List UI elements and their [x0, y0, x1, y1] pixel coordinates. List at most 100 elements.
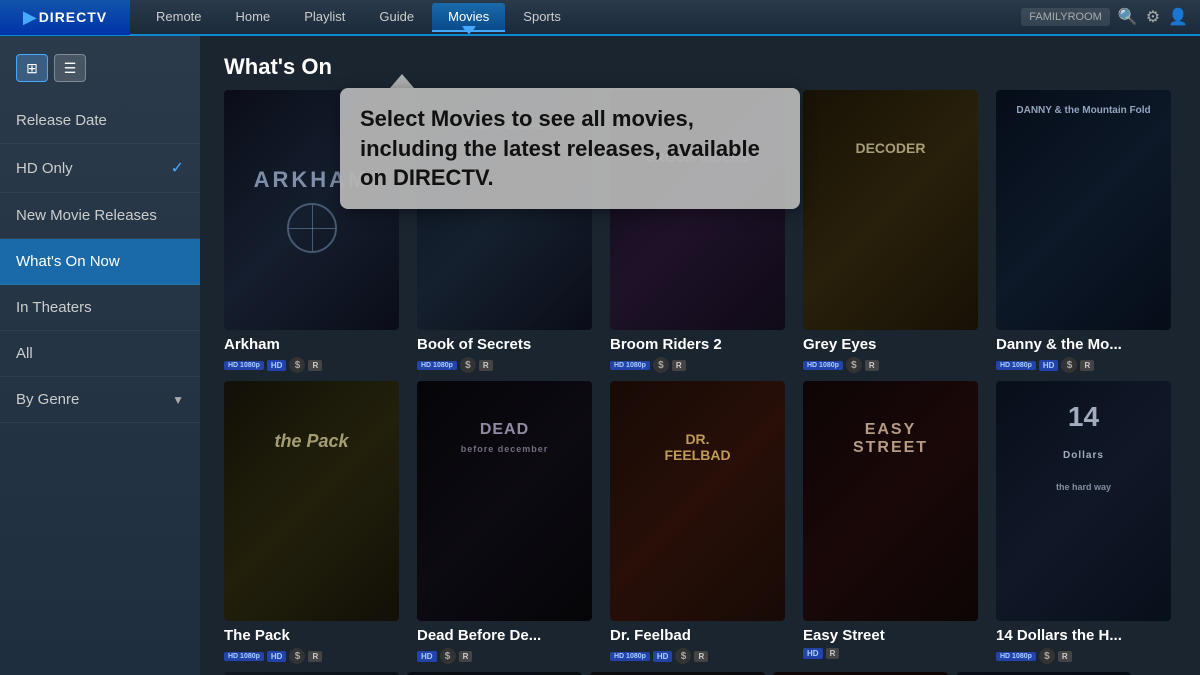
movie-title-dead: Dead Before De...	[417, 627, 602, 644]
nav-item-guide[interactable]: Guide	[363, 3, 430, 30]
badge-hd1080p-pack: HD 1080p	[224, 652, 264, 661]
movie-badges-easystreet: HD R	[803, 648, 988, 659]
sidebar-item-hd-only-label: HD Only	[16, 160, 73, 177]
movie-badges-booksecrets: HD 1080p $ R	[417, 357, 602, 373]
sidebar-item-all[interactable]: All	[0, 331, 200, 377]
logo-text: DIRECTV	[39, 9, 107, 25]
sidebar-item-new-movie-releases[interactable]: New Movie Releases	[0, 193, 200, 239]
badge-hd1080p-14dollars: HD 1080p	[996, 652, 1036, 661]
logo[interactable]: ▶ DIRECTV	[0, 0, 130, 35]
family-room-label[interactable]: FAMILYROOM	[1021, 8, 1110, 26]
movie-card-danny[interactable]: DANNY & the Mountain Fold Danny & the Mo…	[996, 90, 1181, 373]
badge-rating-14dollars: R	[1058, 651, 1072, 662]
sidebar-item-release-date[interactable]: Release Date	[0, 98, 200, 144]
sidebar-item-hd-only[interactable]: HD Only ✓	[0, 144, 200, 193]
badge-rating-broomriders: R	[672, 360, 686, 371]
grid-view-button[interactable]: ⊞	[16, 54, 48, 82]
tooltip-text: Select Movies to see all movies, includi…	[360, 106, 760, 190]
top-nav: ▶ DIRECTV Remote Home Playlist Guide Mov…	[0, 0, 1200, 36]
movie-title-pack: The Pack	[224, 627, 409, 644]
movie-poster-14dollars: 14Dollarsthe hard way	[996, 381, 1171, 621]
poster-danny-label: DANNY & the Mountain Fold	[996, 90, 1171, 124]
section-title-text: What's On	[224, 54, 332, 79]
hd-only-checkmark: ✓	[171, 158, 184, 178]
sidebar: ⊞ ☰ Release Date HD Only ✓ New Movie Rel…	[0, 36, 200, 675]
movie-poster-pack: the Pack	[224, 381, 399, 621]
tooltip-overlay: Select Movies to see all movies, includi…	[340, 74, 800, 209]
badge-rating-danny: R	[1080, 360, 1094, 371]
movie-grid-row2: the Pack The Pack HD 1080p HD $ R DEADbe…	[200, 381, 1200, 664]
badge-rating-dead: R	[459, 651, 473, 662]
nav-items: Remote Home Playlist Guide Movies Sports	[130, 8, 1021, 26]
movie-card-greyeyes[interactable]: DECODER Grey Eyes HD 1080p $ R	[803, 90, 988, 373]
nav-item-playlist[interactable]: Playlist	[288, 3, 361, 30]
poster-pack-label: the Pack	[224, 381, 399, 464]
movie-badges-14dollars: HD 1080p $ R	[996, 648, 1181, 664]
movie-title-14dollars: 14 Dollars the H...	[996, 627, 1181, 644]
badge-dollar-dead: $	[440, 648, 456, 664]
badge-rating-arkham: R	[308, 360, 322, 371]
sidebar-item-whats-on-now-label: What's On Now	[16, 253, 120, 270]
search-icon[interactable]: 🔍	[1118, 7, 1138, 27]
badge-rating-easystreet: R	[826, 648, 840, 659]
sidebar-item-release-date-label: Release Date	[16, 112, 107, 129]
nav-item-home[interactable]: Home	[220, 3, 287, 30]
badge-dollar-arkham: $	[289, 357, 305, 373]
badge-hd-pack: HD	[267, 651, 287, 662]
badge-hd1080p-arkham: HD 1080p	[224, 361, 264, 370]
badge-dollar-pack: $	[289, 648, 305, 664]
user-icon[interactable]: 👤	[1168, 7, 1188, 27]
movie-card-easystreet[interactable]: EASYSTREET Easy Street HD R	[803, 381, 988, 664]
poster-14dollars-label: 14Dollarsthe hard way	[996, 381, 1171, 507]
badge-hd-arkham: HD	[267, 360, 287, 371]
sidebar-item-in-theaters-label: In Theaters	[16, 299, 92, 316]
movie-poster-danny: DANNY & the Mountain Fold	[996, 90, 1171, 330]
movie-title-greyeyes: Grey Eyes	[803, 336, 988, 353]
movie-card-dead[interactable]: DEADbefore december Dead Before De... HD…	[417, 381, 602, 664]
movie-badges-arkham: HD 1080p HD $ R	[224, 357, 409, 373]
movie-card-14dollars[interactable]: 14Dollarsthe hard way 14 Dollars the H..…	[996, 381, 1181, 664]
sidebar-item-by-genre[interactable]: By Genre ▼	[0, 377, 200, 423]
movie-poster-greyeyes: DECODER	[803, 90, 978, 330]
badge-hd1080p-danny: HD 1080p	[996, 361, 1036, 370]
movie-poster-feelbad: DR.FEELBAD	[610, 381, 785, 621]
badge-dollar-14dollars: $	[1039, 648, 1055, 664]
nav-item-sports[interactable]: Sports	[507, 3, 577, 30]
nav-item-wrapper-home: Home	[220, 8, 287, 26]
badge-hd1080p-booksecrets: HD 1080p	[417, 361, 457, 370]
badge-hd-dead: HD	[417, 651, 437, 662]
settings-icon[interactable]: ⚙	[1146, 7, 1160, 27]
nav-active-arrow	[462, 26, 476, 34]
movie-title-danny: Danny & the Mo...	[996, 336, 1181, 353]
badge-dollar-danny: $	[1061, 357, 1077, 373]
main-layout: ⊞ ☰ Release Date HD Only ✓ New Movie Rel…	[0, 36, 1200, 675]
sidebar-item-all-label: All	[16, 345, 33, 362]
poster-greyeyes-label: DECODER	[803, 90, 978, 168]
list-view-button[interactable]: ☰	[54, 54, 86, 82]
badge-hd-feelbad: HD	[653, 651, 673, 662]
view-toggle: ⊞ ☰	[0, 46, 200, 98]
sidebar-item-in-theaters[interactable]: In Theaters	[0, 285, 200, 331]
movie-title-arkham: Arkham	[224, 336, 409, 353]
movie-badges-danny: HD 1080p HD $ R	[996, 357, 1181, 373]
badge-hd1080p-greyeyes: HD 1080p	[803, 361, 843, 370]
poster-easystreet-label: EASYSTREET	[803, 381, 978, 467]
movie-card-pack[interactable]: the Pack The Pack HD 1080p HD $ R	[224, 381, 409, 664]
movie-title-booksecrets: Book of Secrets	[417, 336, 602, 353]
nav-item-remote[interactable]: Remote	[140, 3, 218, 30]
nav-item-wrapper-sports: Sports	[507, 8, 577, 26]
badge-hd1080p-feelbad: HD 1080p	[610, 652, 650, 661]
movie-badges-pack: HD 1080p HD $ R	[224, 648, 409, 664]
badge-hd1080p-broomriders: HD 1080p	[610, 361, 650, 370]
movie-title-feelbad: Dr. Feelbad	[610, 627, 795, 644]
badge-hd-easystreet: HD	[803, 648, 823, 659]
badge-dollar-greyeyes: $	[846, 357, 862, 373]
movie-card-feelbad[interactable]: DR.FEELBAD Dr. Feelbad HD 1080p HD $ R	[610, 381, 795, 664]
poster-dead-label: DEADbefore december	[417, 381, 592, 467]
movie-badges-dead: HD $ R	[417, 648, 602, 664]
nav-item-wrapper-guide: Guide	[363, 8, 430, 26]
movie-title-easystreet: Easy Street	[803, 627, 988, 644]
sidebar-item-whats-on-now[interactable]: What's On Now	[0, 239, 200, 285]
nav-item-wrapper-playlist: Playlist	[288, 8, 361, 26]
logo-arrow: ▶	[23, 7, 37, 28]
